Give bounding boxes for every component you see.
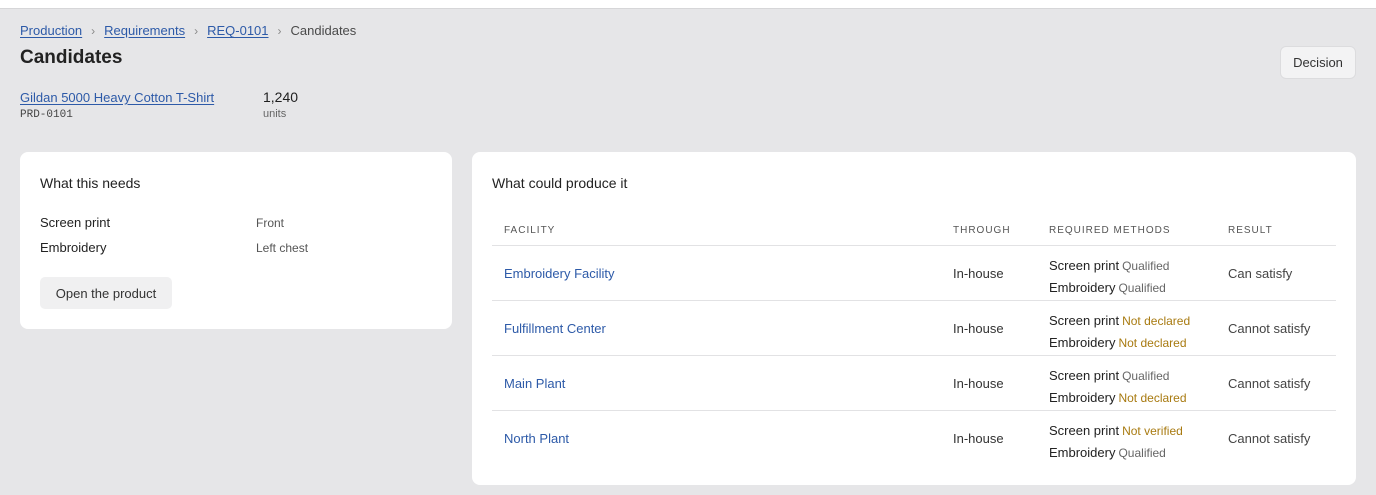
- breadcrumb: Production › Requirements › REQ-0101 › C…: [20, 23, 356, 38]
- method-name: Screen print: [1049, 313, 1120, 328]
- need-location: Left chest: [256, 241, 309, 255]
- column-header-facility: FACILITY: [504, 225, 556, 236]
- facility-link[interactable]: Main Plant: [504, 376, 565, 391]
- chevron-right-icon: ›: [277, 23, 282, 38]
- table-row: North Plant In-house Screen print Not verif…: [492, 411, 1336, 466]
- method-line: Screen print Qualified: [1049, 365, 1187, 387]
- candidates-title: What could produce it: [492, 175, 628, 191]
- chevron-right-icon: ›: [194, 23, 199, 38]
- table-body: Embroidery Facility In-house Screen print Q…: [492, 246, 1336, 466]
- breadcrumb-current: Candidates: [290, 23, 357, 38]
- product-link[interactable]: Gildan 5000 Heavy Cotton T-Shirt: [20, 90, 214, 105]
- table-row: Embroidery Facility In-house Screen print Q…: [492, 246, 1336, 301]
- method-status: Not declared: [1118, 336, 1187, 350]
- needs-title: What this needs: [40, 175, 141, 191]
- column-header-through: THROUGH: [953, 225, 1011, 236]
- table-row: Fulfillment Center In-house Screen print No…: [492, 301, 1336, 356]
- facility-link[interactable]: Fulfillment Center: [504, 321, 606, 336]
- column-header-methods: REQUIRED METHODS: [1049, 225, 1171, 236]
- through-value: In-house: [953, 431, 1004, 446]
- facility-link[interactable]: Embroidery Facility: [504, 266, 615, 281]
- method-line: Embroidery Not declared: [1049, 387, 1187, 409]
- quantity-value: 1,240: [263, 89, 299, 105]
- method-line: Embroidery Not declared: [1049, 332, 1190, 354]
- top-bar: [0, 0, 1376, 9]
- quantity-unit: units: [263, 108, 287, 120]
- required-methods: Screen print Qualified Embroidery Qualified: [1049, 255, 1169, 299]
- result-value: Cannot satisfy: [1228, 431, 1311, 446]
- needs-card: What this needs Screen print Front Embro…: [20, 152, 452, 329]
- method-status: Not verified: [1122, 424, 1183, 438]
- through-value: In-house: [953, 321, 1004, 336]
- method-status: Not declared: [1122, 314, 1191, 328]
- method-name: Embroidery: [1049, 390, 1116, 405]
- table-row: Main Plant In-house Screen print Qualified E…: [492, 356, 1336, 411]
- candidates-card: What could produce it FACILITY THROUGH R…: [472, 152, 1356, 485]
- breadcrumb-requirements[interactable]: Requirements: [104, 23, 185, 38]
- result-value: Can satisfy: [1228, 266, 1293, 281]
- product-code: PRD-0101: [20, 109, 73, 121]
- breadcrumb-production[interactable]: Production: [20, 23, 82, 38]
- required-methods: Screen print Not verified Embroidery Qualif…: [1049, 420, 1183, 464]
- method-name: Screen print: [1049, 258, 1120, 273]
- method-name: Screen print: [1049, 368, 1120, 383]
- need-method: Screen print: [40, 215, 111, 230]
- method-line: Screen print Not verified: [1049, 420, 1183, 442]
- method-status: Not declared: [1118, 391, 1187, 405]
- need-method: Embroidery: [40, 240, 107, 255]
- method-name: Screen print: [1049, 423, 1120, 438]
- breadcrumb-requirement[interactable]: REQ-0101: [207, 23, 268, 38]
- method-name: Embroidery: [1049, 335, 1116, 350]
- method-name: Embroidery: [1049, 445, 1116, 460]
- chevron-right-icon: ›: [91, 23, 96, 38]
- through-value: In-house: [953, 266, 1004, 281]
- method-name: Embroidery: [1049, 280, 1116, 295]
- candidates-table: FACILITY THROUGH REQUIRED METHODS RESULT…: [492, 216, 1336, 466]
- method-status: Qualified: [1118, 281, 1166, 295]
- method-line: Embroidery Qualified: [1049, 442, 1183, 464]
- method-status: Qualified: [1118, 446, 1166, 460]
- page-title: Candidates: [20, 47, 123, 68]
- decision-button[interactable]: Decision: [1280, 46, 1356, 79]
- through-value: In-house: [953, 376, 1004, 391]
- need-location: Front: [256, 216, 285, 230]
- open-product-button[interactable]: Open the product: [40, 277, 172, 309]
- table-header: FACILITY THROUGH REQUIRED METHODS RESULT: [492, 216, 1336, 246]
- required-methods: Screen print Not declared Embroidery Not de…: [1049, 310, 1190, 354]
- method-line: Screen print Qualified: [1049, 255, 1169, 277]
- result-value: Cannot satisfy: [1228, 321, 1311, 336]
- method-line: Screen print Not declared: [1049, 310, 1190, 332]
- required-methods: Screen print Qualified Embroidery Not decla…: [1049, 365, 1187, 409]
- result-value: Cannot satisfy: [1228, 376, 1311, 391]
- method-status: Qualified: [1122, 259, 1170, 273]
- column-header-result: RESULT: [1228, 225, 1273, 236]
- facility-link[interactable]: North Plant: [504, 431, 569, 446]
- method-line: Embroidery Qualified: [1049, 277, 1169, 299]
- method-status: Qualified: [1122, 369, 1170, 383]
